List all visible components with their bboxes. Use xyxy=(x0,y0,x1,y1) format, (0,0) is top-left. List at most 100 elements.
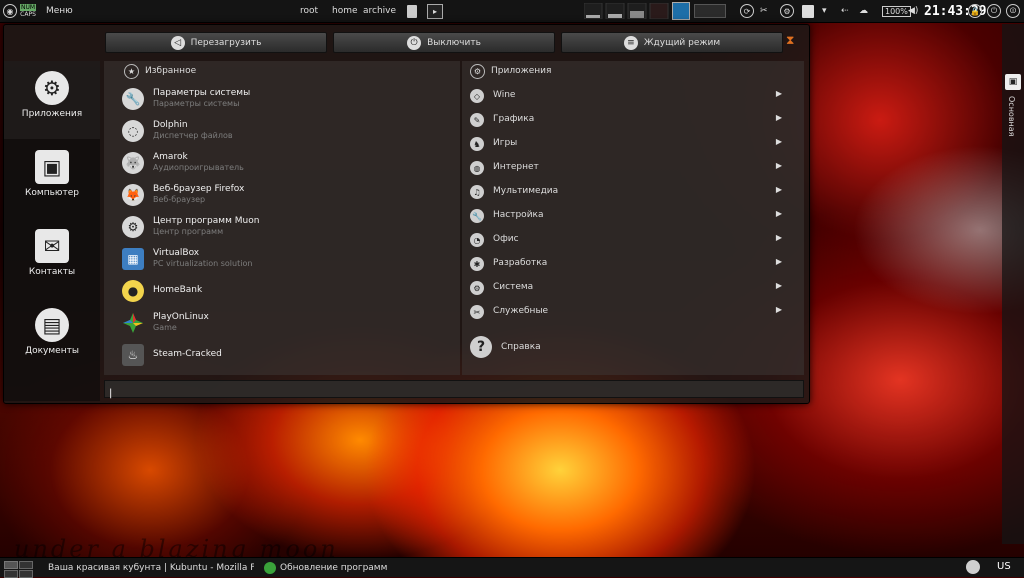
category-settings[interactable]: 🔧 Настройка ▶ xyxy=(470,205,782,227)
arrow-right-icon: ▶ xyxy=(775,233,782,242)
applications-column: ⚙ Приложения ◇ Wine ▶ ✎ Графика ▶ ♞ Игры… xyxy=(462,61,804,375)
category-label: Настройка xyxy=(493,210,544,220)
settings-tray-icon[interactable]: ⚙ xyxy=(780,0,794,22)
shutdown-button[interactable]: ⏻ Выключить xyxy=(333,32,555,53)
place-archive-label: archive xyxy=(363,6,397,16)
virtual-desktop-pager[interactable] xyxy=(4,561,33,578)
restart-button[interactable]: ◁ Перезагрузить xyxy=(105,32,327,53)
help-icon: ? xyxy=(470,336,492,358)
arrow-right-icon: ▶ xyxy=(775,161,782,170)
favorite-dolphin[interactable]: ◌ Dolphin Диспетчер файлов xyxy=(122,117,452,147)
category-internet[interactable]: ◍ Интернет ▶ xyxy=(470,157,782,179)
shutdown-tray-icon[interactable]: ⏼ xyxy=(1006,0,1020,22)
updates-icon[interactable]: ⟳ xyxy=(740,0,754,22)
kickoff-launcher-button[interactable]: ◉ xyxy=(3,0,17,22)
favorite-desc: Центр программ xyxy=(153,227,224,236)
search-input[interactable] xyxy=(105,385,803,402)
sleep-button[interactable]: ≡ Ждущий режим xyxy=(561,32,783,53)
favorite-name: Параметры системы xyxy=(153,88,251,98)
power-tray-icon[interactable]: ⏻ xyxy=(987,0,1001,22)
menu-label[interactable]: Меню xyxy=(46,0,73,22)
num-lock-indicator: NUM xyxy=(20,4,37,11)
computer-icon: ▣ xyxy=(35,150,69,184)
category-label: Интернет xyxy=(493,162,539,172)
shutdown-label: Выключить xyxy=(427,37,481,48)
scissors-icon[interactable]: ✂ xyxy=(760,0,768,22)
desktop-1[interactable] xyxy=(4,561,18,569)
chevron-down-icon[interactable]: ▾ xyxy=(822,0,827,22)
keyboard-layout[interactable]: US xyxy=(997,561,1011,572)
desktop-4[interactable] xyxy=(19,570,33,578)
place-root[interactable]: root xyxy=(300,0,318,22)
category-label: Система xyxy=(493,282,534,292)
category-wine[interactable]: ◇ Wine ▶ xyxy=(470,85,782,107)
favorite-system-settings[interactable]: 🔧 Параметры системы Параметры системы xyxy=(122,85,452,115)
favorite-desc: Параметры системы xyxy=(153,99,240,108)
calculator-icon[interactable] xyxy=(407,0,417,22)
network-icon[interactable] xyxy=(694,0,726,22)
favorite-virtualbox[interactable]: ▦ VirtualBox PC virtualization solution xyxy=(122,245,452,275)
kde-menu-icon: ◉ xyxy=(3,4,17,18)
restart-icon: ◁ xyxy=(170,35,185,50)
cpu-monitor-graph[interactable] xyxy=(584,0,670,22)
place-home[interactable]: home xyxy=(332,0,358,22)
place-archive[interactable]: archive xyxy=(363,0,396,22)
hourglass-icon[interactable]: ⧗ xyxy=(786,33,800,49)
lock-screen-icon[interactable]: 🔒 xyxy=(968,0,982,22)
pager-icon[interactable] xyxy=(672,0,690,22)
favorite-homebank[interactable]: ● HomeBank xyxy=(122,277,452,307)
sidebar-item-computer[interactable]: ▣ Компьютер xyxy=(4,140,100,218)
arrow-right-icon: ▶ xyxy=(775,257,782,266)
favorite-firefox[interactable]: 🦊 Веб-браузер Firefox Веб-браузер xyxy=(122,181,452,211)
category-utilities[interactable]: ✂ Служебные ▶ xyxy=(470,301,782,323)
multimedia-icon: ♫ xyxy=(470,185,484,199)
graphics-icon: ✎ xyxy=(470,113,484,127)
tray-icon[interactable] xyxy=(966,560,980,574)
sidebar-item-applications[interactable]: ⚙ Приложения xyxy=(4,61,100,139)
favorites-column: ★ Избранное 🔧 Параметры системы Параметр… xyxy=(104,61,460,375)
keyboard-indicator: NUM CAPS xyxy=(20,0,37,22)
task-firefox[interactable]: Ваша красивая кубунта | Kubuntu - Mozill… xyxy=(44,560,254,575)
help-item[interactable]: ? Справка xyxy=(470,335,782,361)
favorites-header-label: Избранное xyxy=(145,66,197,76)
usb-icon[interactable]: ⇠ xyxy=(841,0,849,22)
sidebar-item-label: Компьютер xyxy=(25,188,79,198)
weather-icon[interactable]: ☁ xyxy=(859,0,868,22)
category-development[interactable]: ✱ Разработка ▶ xyxy=(470,253,782,275)
kickoff-menu: ◁ Перезагрузить ⏻ Выключить ≡ Ждущий реж… xyxy=(3,24,810,404)
firefox-icon: 🦊 xyxy=(122,184,144,206)
favorite-name: PlayOnLinux xyxy=(153,312,209,322)
right-dock: ▣ Основная xyxy=(1002,24,1024,544)
category-system[interactable]: ⚙ Система ▶ xyxy=(470,277,782,299)
favorite-desc: Веб-браузер xyxy=(153,195,206,204)
desktop-2[interactable] xyxy=(19,561,33,569)
documents-icon: ▤ xyxy=(35,308,69,342)
sleep-label: Ждущий режим xyxy=(643,37,721,48)
favorite-playonlinux[interactable]: PlayOnLinux Game xyxy=(122,309,452,339)
caps-lock-label: CAPS xyxy=(20,11,36,18)
arrow-right-icon: ▶ xyxy=(775,113,782,122)
sidebar-item-contacts[interactable]: ✉ Контакты xyxy=(4,219,100,297)
category-multimedia[interactable]: ♫ Мультимедиа ▶ xyxy=(470,181,782,203)
sidebar-item-documents[interactable]: ▤ Документы xyxy=(4,298,100,376)
favorite-name: Центр программ Muon xyxy=(153,216,260,226)
category-games[interactable]: ♞ Игры ▶ xyxy=(470,133,782,155)
speaker-icon[interactable]: ◀) xyxy=(908,0,918,22)
desktop-3[interactable] xyxy=(4,570,18,578)
help-label: Справка xyxy=(501,342,541,352)
favorite-steam[interactable]: ♨ Steam-Cracked xyxy=(122,341,452,371)
place-home-label: home xyxy=(332,6,358,16)
dock-app-icon[interactable]: ▣ xyxy=(1005,74,1021,90)
wrench-icon: 🔧 xyxy=(122,88,144,110)
category-office[interactable]: ◔ Офис ▶ xyxy=(470,229,782,251)
dock-label: Основная xyxy=(1007,96,1016,137)
playonlinux-icon xyxy=(122,312,144,334)
volume-indicator[interactable]: 100% xyxy=(882,0,911,22)
favorite-amarok[interactable]: 🐺 Amarok Аудиопроигрыватель xyxy=(122,149,452,179)
clipboard-icon[interactable] xyxy=(802,0,814,22)
favorite-muon[interactable]: ⚙ Центр программ Muon Центр программ xyxy=(122,213,452,243)
terminal-icon[interactable]: ▸ xyxy=(427,0,443,22)
search-field[interactable] xyxy=(104,380,804,402)
category-graphics[interactable]: ✎ Графика ▶ xyxy=(470,109,782,131)
task-updates[interactable]: Обновление программ xyxy=(264,560,404,575)
